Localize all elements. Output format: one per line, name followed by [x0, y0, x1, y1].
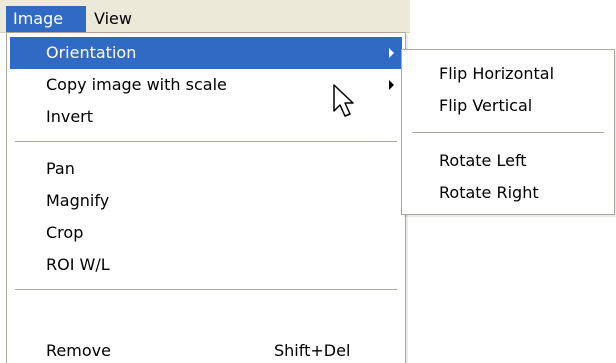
menu-item-label: Remove: [46, 341, 111, 360]
menu-item-pan[interactable]: Pan: [10, 153, 402, 185]
menu-item-label: Pan: [46, 159, 75, 178]
menu-item-label: ROI W/L: [46, 255, 110, 274]
shortcut-label: Shift+Del: [274, 341, 351, 360]
menu-separator: [15, 289, 397, 290]
menu-item-orientation[interactable]: Orientation: [10, 37, 402, 69]
submenu-item-flip-vertical[interactable]: Flip Vertical: [405, 90, 611, 122]
menu-item-label: Rotate Left: [439, 151, 527, 170]
image-menu-dropdown: Orientation Copy image with scale Invert…: [6, 32, 406, 363]
menu-item-label: Invert: [46, 107, 94, 126]
menu-item-crop[interactable]: Crop: [10, 217, 402, 249]
submenu-item-rotate-left[interactable]: Rotate Left: [405, 145, 611, 177]
menu-item-roi-wl[interactable]: ROI W/L: [10, 249, 402, 281]
menu-item-label: Crop: [46, 223, 84, 242]
submenu-arrow-icon: [389, 48, 394, 58]
menu-item-magnify[interactable]: Magnify: [10, 185, 402, 217]
menu-view[interactable]: View: [87, 6, 147, 32]
submenu-item-rotate-right[interactable]: Rotate Right: [405, 177, 611, 209]
menu-item-label: Orientation: [46, 43, 137, 62]
menu-item-label: Flip Horizontal: [439, 64, 555, 83]
menu-separator: [15, 141, 397, 142]
menu-item-label: Rotate Right: [439, 183, 539, 202]
menu-item-label: Copy image with scale: [46, 75, 227, 94]
menu-bar: Image View: [0, 0, 410, 33]
menu-separator: [412, 132, 604, 133]
menu-image[interactable]: Image: [6, 6, 86, 32]
menu-item-label: Magnify: [46, 191, 110, 210]
submenu-arrow-icon: [389, 80, 394, 90]
submenu-item-flip-horizontal[interactable]: Flip Horizontal: [405, 58, 611, 90]
arrow-cursor-icon: [333, 84, 354, 117]
orientation-submenu: Flip Horizontal Flip Vertical Rotate Lef…: [401, 49, 615, 215]
menu-item-remove[interactable]: Remove Shift+Del: [10, 335, 402, 363]
menu-item-label: Flip Vertical: [439, 96, 533, 115]
